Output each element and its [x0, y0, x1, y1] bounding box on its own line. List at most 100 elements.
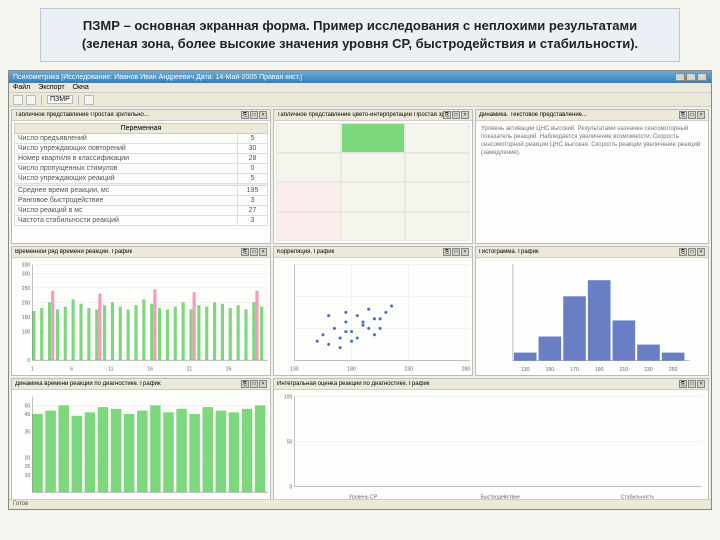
- panel-integral: Интегральная оценка реакции по диагности…: [273, 378, 709, 508]
- svg-text:15: 15: [25, 465, 31, 471]
- param-header: Переменная: [15, 124, 268, 134]
- panel-close-icon[interactable]: ×: [461, 248, 469, 256]
- table-row: Номер квартиля в классификации28: [15, 154, 268, 164]
- bar-timeseries-chart: 01001502002503003301611162126: [14, 260, 268, 373]
- colorgrid-cell: [276, 182, 341, 212]
- toolbar-btn-2[interactable]: [26, 95, 36, 105]
- colorgrid-cell: [405, 212, 470, 242]
- colorgrid-cell: [405, 153, 470, 183]
- test-selector[interactable]: ПЗМР: [47, 95, 73, 104]
- svg-text:330: 330: [22, 263, 31, 269]
- panel-histogram: Гистограмма. График ⎘□× 1301501701902102…: [475, 246, 709, 376]
- panel-close-icon[interactable]: ×: [697, 380, 705, 388]
- toolbar-btn-1[interactable]: [13, 95, 23, 105]
- table-row: Число упреждающих реакций5: [15, 174, 268, 184]
- panel-bar-timeseries: Временной ряд времени реакции. График ⎘□…: [11, 246, 271, 376]
- panel-pin-icon[interactable]: ⎘: [443, 111, 451, 119]
- panel-pin-icon[interactable]: ⎘: [241, 111, 249, 119]
- parameters-table: Переменная Число предъявлений5 Число упр…: [14, 123, 268, 226]
- panel-close-icon[interactable]: ×: [697, 111, 705, 119]
- svg-text:250: 250: [669, 367, 678, 373]
- panel-max-icon[interactable]: □: [250, 248, 258, 256]
- panel-max-icon[interactable]: □: [250, 111, 258, 119]
- svg-text:100: 100: [284, 395, 293, 401]
- svg-text:150: 150: [546, 367, 555, 373]
- menu-file[interactable]: Файл: [13, 84, 30, 91]
- svg-text:45: 45: [25, 412, 31, 418]
- menubar: Файл Экспорт Окна: [9, 83, 711, 93]
- panel-scatter-title: Корреляция. График: [277, 249, 443, 255]
- colorgrid-cell: [405, 123, 470, 153]
- menu-windows[interactable]: Окна: [73, 84, 89, 91]
- svg-text:26: 26: [226, 367, 232, 373]
- panel-close-icon[interactable]: ×: [259, 380, 267, 388]
- panel-close-icon[interactable]: ×: [259, 111, 267, 119]
- panel-max-icon[interactable]: □: [688, 111, 696, 119]
- panel-max-icon[interactable]: □: [452, 111, 460, 119]
- maximize-button[interactable]: □: [686, 73, 696, 81]
- panel-colorgrid-title: Табличное представление цвето-интерпрета…: [277, 112, 443, 118]
- table-row: Среднее время реакции, мс195: [15, 186, 268, 196]
- svg-text:1: 1: [31, 367, 34, 373]
- panel-bar-dynamics: Динамика времени реакции по диагностике.…: [11, 378, 271, 508]
- toolbar: ПЗМР: [9, 93, 711, 107]
- panel-close-icon[interactable]: ×: [461, 111, 469, 119]
- colorgrid-cell: [276, 123, 341, 153]
- titlebar: Психометрика [Исследование: Иванов Иван …: [9, 71, 711, 83]
- panel-params-title: Табличное представление Простая зрительн…: [15, 112, 241, 118]
- svg-text:170: 170: [570, 367, 579, 373]
- panel-pin-icon[interactable]: ⎘: [241, 248, 249, 256]
- panel-pin-icon[interactable]: ⎘: [443, 248, 451, 256]
- panel-max-icon[interactable]: □: [688, 380, 696, 388]
- panel-max-icon[interactable]: □: [688, 248, 696, 256]
- panel-close-icon[interactable]: ×: [259, 248, 267, 256]
- svg-text:0: 0: [290, 485, 293, 491]
- svg-text:50: 50: [25, 404, 31, 410]
- table-row: Число реакций в мс27: [15, 206, 268, 216]
- colorgrid-cell: [341, 123, 406, 153]
- colorgrid-cell: [276, 212, 341, 242]
- panel-pin-icon[interactable]: ⎘: [679, 111, 687, 119]
- bar-dynamics-chart: 101520354550: [14, 392, 268, 505]
- svg-text:6: 6: [70, 367, 73, 373]
- svg-text:300: 300: [22, 272, 31, 278]
- colorgrid-cell: [405, 182, 470, 212]
- svg-text:250: 250: [22, 286, 31, 292]
- svg-text:0: 0: [27, 359, 30, 365]
- colorgrid-cell: [341, 212, 406, 242]
- panel-bar1-title: Временной ряд времени реакции. График: [15, 249, 241, 255]
- svg-text:180: 180: [347, 367, 356, 373]
- textnote-content: Уровень активации ЦНС высокий. Результат…: [478, 123, 706, 160]
- svg-text:50: 50: [287, 440, 293, 446]
- svg-text:230: 230: [404, 367, 413, 373]
- svg-text:21: 21: [187, 367, 193, 373]
- panel-max-icon[interactable]: □: [250, 380, 258, 388]
- table-row: Число предъявлений5: [15, 134, 268, 144]
- svg-text:210: 210: [620, 367, 629, 373]
- app-window: Психометрика [Исследование: Иванов Иван …: [8, 70, 712, 510]
- workspace: Табличное представление Простая зрительн…: [9, 107, 711, 499]
- table-row: Число пропущенных стимулов0: [15, 164, 268, 174]
- scatter-chart: 130180230280: [276, 260, 470, 373]
- panel-max-icon[interactable]: □: [452, 248, 460, 256]
- colorgrid-cell: [341, 182, 406, 212]
- integral-chart: 050100Уровень СРБыстродействиеСтабильнос…: [276, 392, 706, 505]
- svg-text:11: 11: [108, 367, 113, 373]
- colorgrid-cell: [276, 153, 341, 183]
- panel-textnote: Динамика. Текстовое представление... ⎘□×…: [475, 109, 709, 244]
- table-row: Частота стабильности реакций3: [15, 216, 268, 226]
- panel-close-icon[interactable]: ×: [697, 248, 705, 256]
- panel-pin-icon[interactable]: ⎘: [241, 380, 249, 388]
- panel-parameters: Табличное представление Простая зрительн…: [11, 109, 271, 244]
- panel-pin-icon[interactable]: ⎘: [679, 380, 687, 388]
- color-grid: [276, 123, 470, 241]
- svg-text:16: 16: [147, 367, 153, 373]
- svg-text:35: 35: [25, 430, 31, 436]
- menu-export[interactable]: Экспорт: [38, 84, 64, 91]
- minimize-button[interactable]: _: [675, 73, 685, 81]
- svg-text:20: 20: [25, 456, 31, 462]
- toolbar-btn-3[interactable]: [84, 95, 94, 105]
- panel-textnote-title: Динамика. Текстовое представление...: [479, 112, 679, 118]
- panel-pin-icon[interactable]: ⎘: [679, 248, 687, 256]
- close-button[interactable]: ×: [697, 73, 707, 81]
